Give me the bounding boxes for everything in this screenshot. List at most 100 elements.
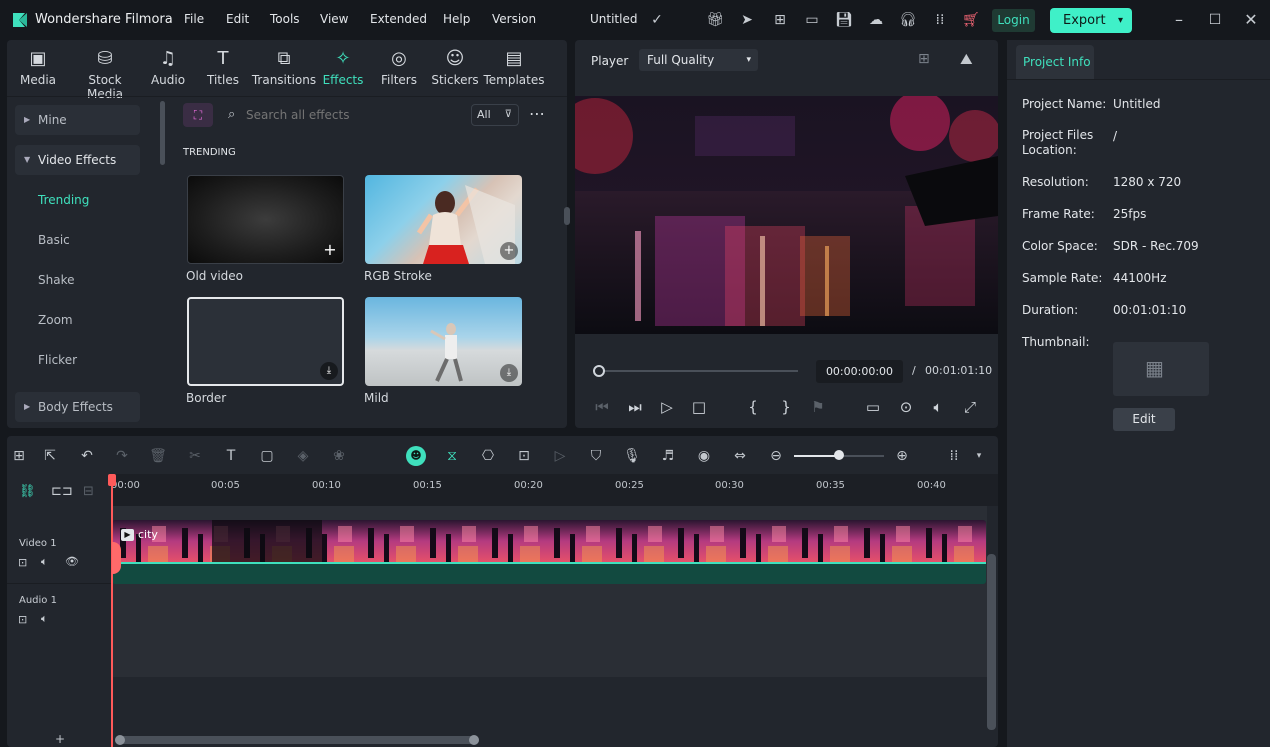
- effect-border-thumbnail[interactable]: ⤓: [187, 297, 344, 386]
- edit-thumbnail-button[interactable]: Edit: [1113, 408, 1175, 431]
- render-preview-icon[interactable]: ⎔: [478, 446, 498, 466]
- ruler-bar[interactable]: [112, 474, 998, 506]
- export-button[interactable]: Export ▾: [1050, 8, 1132, 33]
- color-icon[interactable]: ❀: [329, 446, 349, 466]
- mark-out-icon[interactable]: }: [776, 398, 796, 416]
- delete-icon[interactable]: 🗑︎: [148, 446, 168, 466]
- lock-icon[interactable]: ⊡: [18, 613, 27, 626]
- chevron-down-icon[interactable]: ▾: [1118, 8, 1123, 33]
- add-icon[interactable]: +: [321, 241, 339, 259]
- lock-icon[interactable]: ⊡: [18, 556, 27, 569]
- play-range-icon[interactable]: ▷: [550, 446, 570, 466]
- sidebar-item-zoom[interactable]: Zoom: [15, 305, 140, 335]
- auto-reframe-icon[interactable]: ⊡: [514, 446, 534, 466]
- playhead-handle[interactable]: [108, 474, 116, 486]
- tab-filters[interactable]: ◎ Filters: [369, 47, 429, 87]
- select-pointer-icon[interactable]: ⇱: [40, 446, 60, 466]
- eye-icon[interactable]: 👁︎: [65, 555, 79, 568]
- marker-shield-icon[interactable]: ⛉: [586, 446, 606, 466]
- layout-grid-icon[interactable]: ⊞: [9, 446, 29, 466]
- previous-frame-icon[interactable]: ⏮: [592, 398, 612, 416]
- menu-help[interactable]: Help: [443, 12, 470, 26]
- display-settings-icon[interactable]: ▭: [863, 398, 883, 416]
- save-icon[interactable]: 💾︎: [835, 11, 853, 29]
- ai-tools-icon[interactable]: ⊞: [771, 11, 789, 29]
- text-icon[interactable]: T: [221, 446, 241, 466]
- keyframe-icon[interactable]: ◉: [694, 446, 714, 466]
- link-icon[interactable]: ⛓: [19, 484, 36, 499]
- stop-icon[interactable]: □: [689, 398, 709, 416]
- tab-audio[interactable]: ♫ Audio: [138, 47, 198, 87]
- close-icon[interactable]: ✕: [1242, 11, 1260, 29]
- headset-icon[interactable]: 🎧︎: [899, 11, 917, 29]
- timeline-vertical-scrollbar[interactable]: [987, 554, 996, 730]
- sidebar-item-video-effects[interactable]: ▼ Video Effects: [15, 145, 140, 175]
- scissors-icon[interactable]: ✂: [185, 446, 205, 466]
- undo-icon[interactable]: ↶: [77, 446, 97, 466]
- insert-marker-icon[interactable]: ⚑: [808, 398, 828, 416]
- speaker-icon[interactable]: 🔈︎: [41, 612, 48, 626]
- quality-dropdown[interactable]: Full Quality ▾: [639, 49, 758, 71]
- playback-progress-track[interactable]: [598, 370, 798, 372]
- speaker-icon[interactable]: 🔈︎: [41, 555, 48, 569]
- zoom-slider-handle[interactable]: [834, 450, 844, 460]
- ai-mate-icon[interactable]: ☻: [406, 446, 426, 466]
- volume-icon[interactable]: 🔈︎: [928, 398, 948, 416]
- snapshot-image-icon[interactable]: ⛰: [960, 50, 973, 68]
- crop-icon[interactable]: ▢: [257, 446, 277, 466]
- tab-stickers[interactable]: ☺ Stickers: [425, 47, 485, 87]
- playback-scrubber[interactable]: [593, 365, 605, 377]
- gift-icon[interactable]: 🎁︎: [706, 11, 724, 29]
- menu-extended[interactable]: Extended: [370, 12, 427, 26]
- menu-version[interactable]: Version: [492, 12, 536, 26]
- zoom-in-icon[interactable]: ⊕: [892, 446, 912, 466]
- menu-view[interactable]: View: [320, 12, 348, 26]
- mark-in-icon[interactable]: {: [743, 398, 763, 416]
- tab-media[interactable]: ▣ Media: [8, 47, 68, 87]
- more-options-icon[interactable]: ⋯: [529, 104, 545, 123]
- download-icon[interactable]: ⤓: [320, 362, 338, 380]
- sidebar-item-basic[interactable]: Basic: [15, 225, 140, 255]
- microphone-icon[interactable]: 🎙︎: [622, 446, 642, 466]
- camera-icon[interactable]: ⊙: [896, 398, 916, 416]
- chevron-down-icon[interactable]: ▾: [969, 446, 989, 466]
- clip-trim-handle[interactable]: [112, 542, 121, 574]
- fit-timeline-icon[interactable]: ⇔: [730, 446, 750, 466]
- play-icon[interactable]: ▷: [657, 398, 677, 416]
- audio-mix-icon[interactable]: ♬: [658, 446, 678, 466]
- sidebar-item-trending[interactable]: Trending: [15, 185, 140, 215]
- track-layout-icon[interactable]: ⁞⁞: [944, 446, 964, 466]
- tab-titles[interactable]: T Titles: [193, 47, 253, 87]
- apps-grid-icon[interactable]: ⁞⁞: [931, 11, 949, 29]
- sidebar-item-flicker[interactable]: Flicker: [15, 345, 140, 375]
- current-time-display[interactable]: 00:00:00:00: [816, 360, 903, 383]
- send-icon[interactable]: ➤: [738, 11, 756, 29]
- next-frame-icon[interactable]: ⏭: [625, 398, 645, 416]
- filter-dropdown[interactable]: All ⊽: [471, 104, 519, 126]
- cart-icon[interactable]: 🛒︎: [962, 11, 980, 29]
- menu-file[interactable]: File: [184, 12, 204, 26]
- tab-transitions[interactable]: ⧉ Transitions: [249, 47, 319, 87]
- effect-mild-thumbnail[interactable]: ⤓: [365, 297, 522, 386]
- screen-icon[interactable]: ▭: [803, 11, 821, 29]
- login-button[interactable]: Login: [992, 9, 1035, 32]
- maximize-icon[interactable]: ☐: [1206, 11, 1224, 29]
- effect-old-video-thumbnail[interactable]: +: [187, 175, 344, 264]
- tab-stock-media[interactable]: ⛁ Stock Media: [69, 47, 141, 101]
- tab-effects[interactable]: ✧ Effects: [313, 47, 373, 87]
- grid-view-icon[interactable]: ⊞: [918, 51, 930, 67]
- track-manager-icon[interactable]: ⊟: [83, 484, 94, 499]
- menu-edit[interactable]: Edit: [226, 12, 249, 26]
- effects-scrollbar[interactable]: [564, 207, 570, 225]
- zoom-out-icon[interactable]: ⊖: [766, 446, 786, 466]
- minimize-icon[interactable]: –: [1170, 11, 1188, 29]
- thumbnail-box[interactable]: ▦: [1113, 342, 1209, 396]
- video-clip[interactable]: ▶ city: [112, 520, 986, 584]
- ai-portrait-icon[interactable]: ◈: [293, 446, 313, 466]
- cloud-upload-icon[interactable]: ☁: [867, 11, 885, 29]
- menu-tools[interactable]: Tools: [270, 12, 300, 26]
- link-clip-icon[interactable]: ⊏⊐: [51, 484, 73, 499]
- effects-store-button[interactable]: ⛶: [183, 103, 213, 127]
- add-track-icon[interactable]: +: [55, 732, 65, 746]
- sidebar-item-shake[interactable]: Shake: [15, 265, 140, 295]
